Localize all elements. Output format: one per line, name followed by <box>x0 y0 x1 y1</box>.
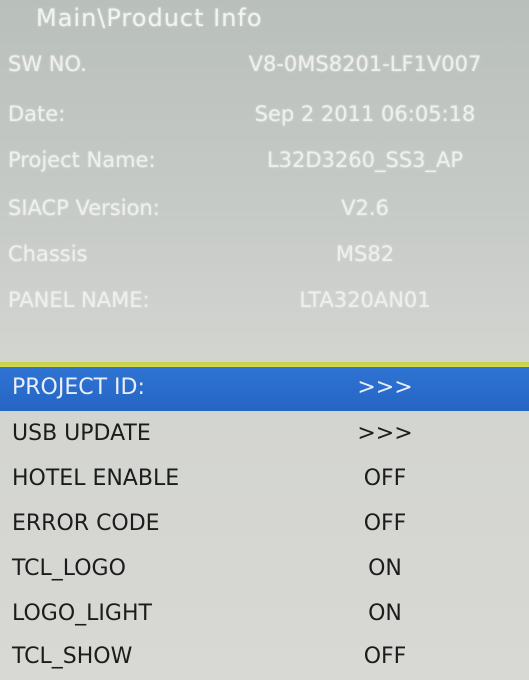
info-label: PANEL NAME: <box>8 288 150 312</box>
menu-item-label: PROJECT ID: <box>12 375 145 400</box>
menu-item-value: OFF <box>363 644 407 669</box>
menu-item-value: OFF <box>363 511 407 536</box>
menu-item-label: TCL_LOGO <box>12 556 126 581</box>
info-row-siacp-version: SIACP Version: V2.6 <box>0 196 529 236</box>
info-row-project-name: Project Name: L32D3260_SS3_AP <box>0 148 529 188</box>
info-label: Date: <box>8 102 66 126</box>
info-row-chassis: Chassis MS82 <box>0 242 529 282</box>
info-label: SIACP Version: <box>8 196 160 220</box>
menu-item-label: ERROR CODE <box>12 511 160 536</box>
menu-item-tcl-show[interactable]: TCL_SHOW OFF <box>0 636 529 680</box>
info-value: Sep 2 2011 06:05:18 <box>254 102 476 126</box>
product-info-screen: Main\Product Info SW NO. V8-0MS8201-LF1V… <box>0 0 529 680</box>
menu-item-label: USB UPDATE <box>12 421 151 446</box>
menu-item-project-id[interactable]: PROJECT ID: >>> <box>0 365 529 411</box>
menu-item-usb-update[interactable]: USB UPDATE >>> <box>0 413 529 457</box>
info-label: Project Name: <box>8 148 156 172</box>
info-row-sw-no: SW NO. V8-0MS8201-LF1V007 <box>0 52 529 92</box>
info-value: V2.6 <box>341 196 389 220</box>
info-value: LTA320AN01 <box>299 288 431 312</box>
info-label: SW NO. <box>8 52 87 76</box>
info-row-date: Date: Sep 2 2011 06:05:18 <box>0 102 529 142</box>
menu-item-label: TCL_SHOW <box>12 644 133 669</box>
info-row-panel-name: PANEL NAME: LTA320AN01 <box>0 288 529 328</box>
info-label: Chassis <box>8 242 88 266</box>
menu-item-tcl-logo[interactable]: TCL_LOGO ON <box>0 548 529 592</box>
menu-item-value: >>> <box>357 375 413 400</box>
menu-item-label: LOGO_LIGHT <box>12 601 152 626</box>
menu-item-value: ON <box>368 556 402 581</box>
menu-item-value: ON <box>368 601 402 626</box>
menu-item-error-code[interactable]: ERROR CODE OFF <box>0 503 529 547</box>
page-title: Main\Product Info <box>36 4 263 32</box>
menu-item-value: OFF <box>363 466 407 491</box>
menu-item-logo-light[interactable]: LOGO_LIGHT ON <box>0 593 529 637</box>
menu-item-value: >>> <box>357 421 413 446</box>
info-value: L32D3260_SS3_AP <box>266 148 464 172</box>
info-value: V8-0MS8201-LF1V007 <box>248 52 482 76</box>
menu-item-label: HOTEL ENABLE <box>12 466 180 491</box>
info-value: MS82 <box>335 242 395 266</box>
menu-item-hotel-enable[interactable]: HOTEL ENABLE OFF <box>0 458 529 502</box>
